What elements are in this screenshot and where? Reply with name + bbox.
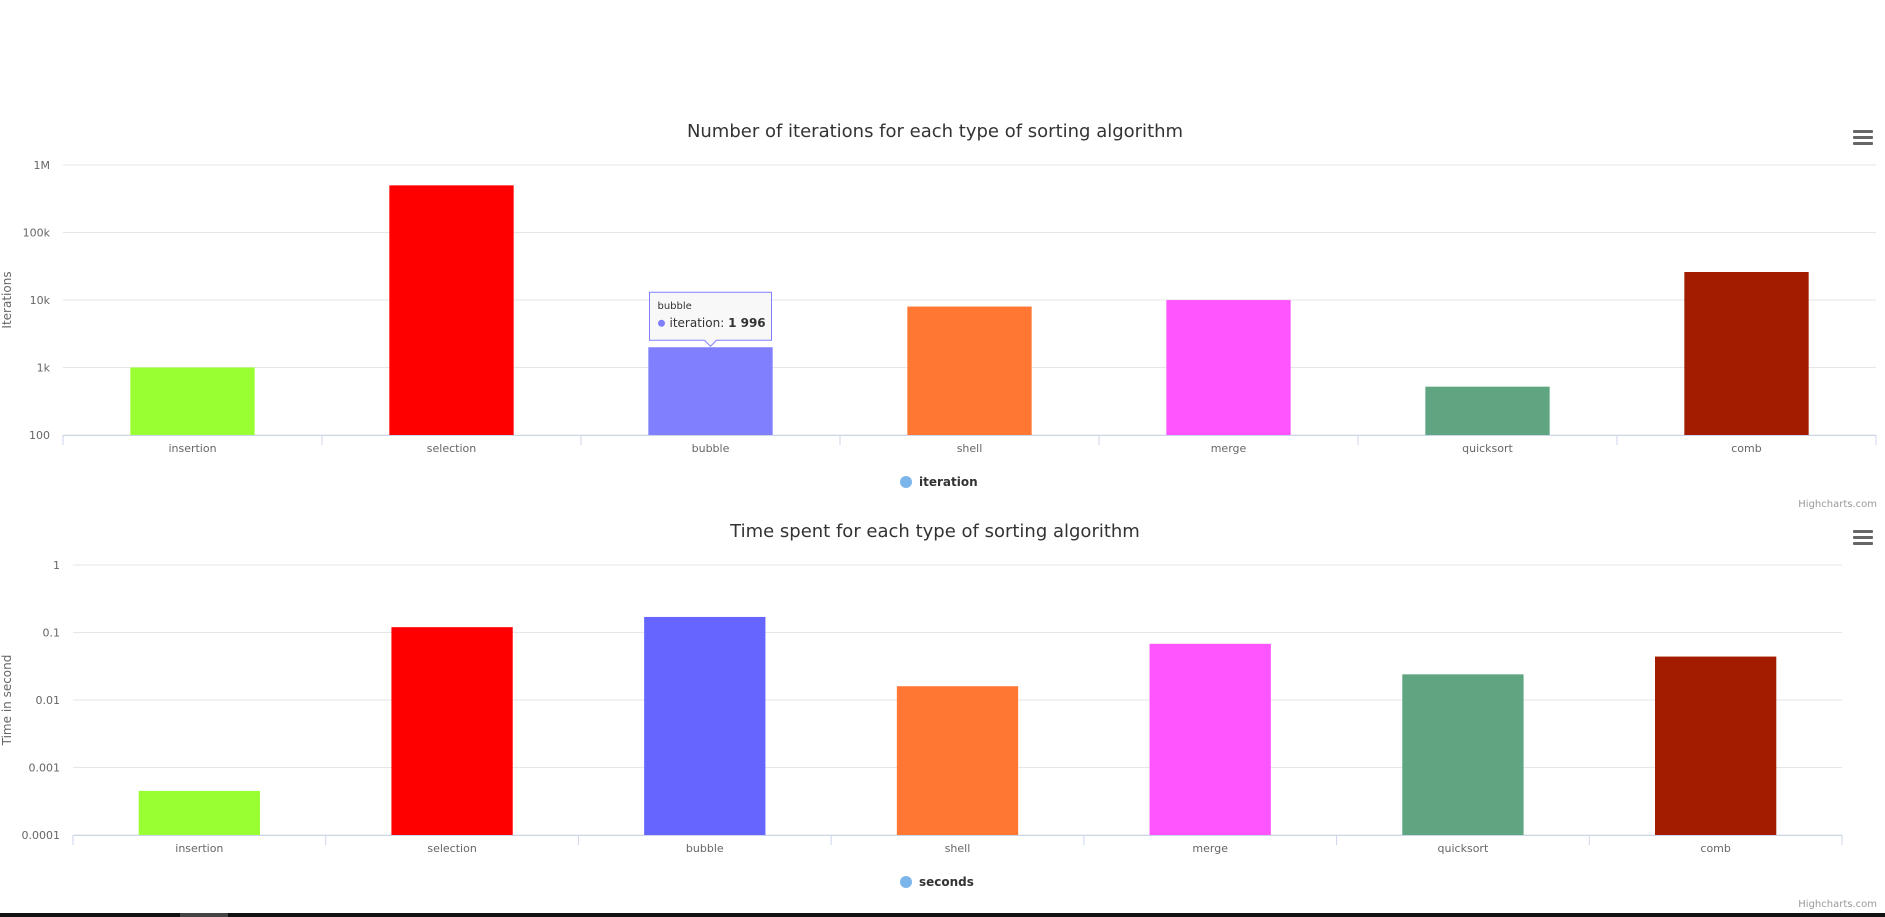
tooltip-category: bubble: [658, 301, 692, 312]
iterations-y-tick-label: 1M: [34, 159, 51, 172]
iterations-x-tick-label: merge: [1211, 442, 1247, 455]
iterations-bar-selection[interactable]: [389, 185, 514, 435]
seconds-chart: Time spent for each type of sorting algo…: [0, 510, 1885, 910]
iterations-bar-insertion[interactable]: [130, 367, 255, 436]
seconds-y-tick-label: 0.01: [36, 694, 61, 707]
iterations-chart: Number of iterations for each type of so…: [0, 110, 1885, 510]
seconds-legend-symbol[interactable]: [900, 876, 912, 888]
scrollbar-thumb[interactable]: [180, 913, 228, 917]
seconds-x-tick-label: quicksort: [1438, 842, 1489, 855]
seconds-credit[interactable]: Highcharts.com: [1798, 899, 1877, 910]
iterations-x-tick-label: shell: [957, 442, 983, 455]
tooltip-series-dot: [658, 319, 665, 327]
seconds-bar-comb[interactable]: [1654, 656, 1777, 835]
seconds-x-tick-label: bubble: [686, 842, 724, 855]
seconds-x-tick-label: merge: [1192, 842, 1228, 855]
seconds-legend-label[interactable]: seconds: [919, 875, 974, 889]
iterations-x-tick-label: quicksort: [1462, 442, 1513, 455]
iterations-y-axis-label: Iterations: [0, 271, 14, 328]
seconds-y-tick-label: 1: [53, 559, 60, 572]
seconds-y-tick-label: 0.001: [29, 762, 61, 775]
iterations-bar-shell[interactable]: [907, 306, 1032, 435]
iterations-bar-comb[interactable]: [1684, 271, 1809, 435]
iterations-x-tick-label: bubble: [692, 442, 730, 455]
iterations-chart-svg: Number of iterations for each type of so…: [0, 121, 1877, 489]
iterations-x-tick-label: selection: [427, 442, 476, 455]
seconds-x-tick-label: comb: [1700, 842, 1730, 855]
seconds-chart-svg: Time spent for each type of sorting algo…: [0, 521, 1843, 889]
seconds-x-tick-label: insertion: [175, 842, 223, 855]
seconds-x-tick-label: selection: [427, 842, 476, 855]
seconds-y-axis-label: Time in second: [0, 655, 14, 747]
seconds-bar-quicksort[interactable]: [1402, 674, 1524, 835]
seconds-bar-bubble[interactable]: [644, 616, 766, 835]
iterations-y-tick-label: 100: [29, 429, 50, 442]
seconds-bar-insertion[interactable]: [138, 790, 261, 835]
iterations-tooltip: bubble iteration: 1 996: [649, 291, 772, 347]
seconds-y-tick-label: 0.0001: [22, 829, 61, 842]
iterations-chart-title: Number of iterations for each type of so…: [687, 121, 1183, 142]
seconds-x-tick-label: shell: [945, 842, 971, 855]
iterations-y-tick-label: 10k: [30, 294, 51, 307]
iterations-x-tick-label: insertion: [168, 442, 216, 455]
seconds-bar-merge[interactable]: [1149, 643, 1271, 835]
seconds-y-tick-label: 0.1: [43, 627, 61, 640]
iterations-bar-merge[interactable]: [1166, 300, 1291, 435]
iterations-y-tick-label: 100k: [23, 227, 51, 240]
tooltip-series-label: iteration: 1 996: [670, 316, 766, 330]
iterations-legend-label[interactable]: iteration: [919, 475, 978, 489]
iterations-bar-quicksort[interactable]: [1425, 386, 1550, 435]
iterations-y-tick-label: 1k: [37, 362, 51, 375]
tooltip-value: 1 996: [728, 316, 766, 330]
iterations-x-tick-label: comb: [1731, 442, 1761, 455]
seconds-bar-shell[interactable]: [896, 686, 1019, 835]
iterations-menu-icon[interactable]: [1853, 127, 1873, 145]
seconds-chart-title: Time spent for each type of sorting algo…: [729, 521, 1140, 542]
iterations-bar-bubble[interactable]: [648, 347, 773, 435]
horizontal-scrollbar[interactable]: [0, 913, 1885, 917]
iterations-credit[interactable]: Highcharts.com: [1798, 499, 1877, 510]
seconds-menu-icon[interactable]: [1853, 527, 1873, 545]
iterations-legend-symbol[interactable]: [900, 476, 912, 488]
seconds-bar-selection[interactable]: [391, 627, 513, 835]
